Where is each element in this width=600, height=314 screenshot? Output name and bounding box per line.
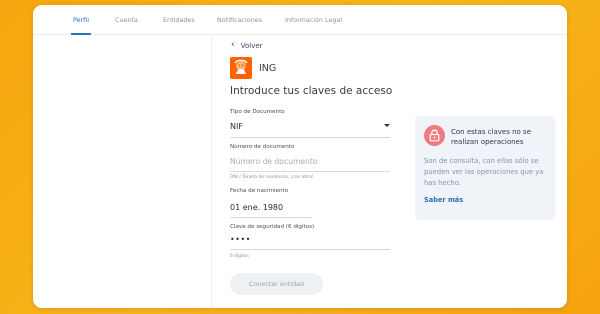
ing-lion-logo <box>230 57 252 79</box>
security-key-input[interactable]: •••• <box>230 235 251 244</box>
doc-type-select[interactable]: NIF <box>230 122 243 131</box>
page-title: Introduce tus claves de acceso <box>230 85 393 97</box>
doc-type-underline <box>230 137 390 138</box>
column-divider <box>211 36 212 308</box>
connect-entity-button[interactable]: Conectar entidad <box>230 273 323 295</box>
security-key-underline <box>230 249 390 250</box>
doc-number-input[interactable]: Número de documento <box>230 157 317 166</box>
tab-notificaciones[interactable]: Notificaciones <box>217 16 262 24</box>
lock-icon <box>424 125 445 146</box>
birth-date-label: Fecha de nacimiento <box>230 188 289 194</box>
info-panel: Con estas claves no se realizan operacio… <box>415 116 555 220</box>
learn-more-link[interactable]: Saber más <box>424 196 463 204</box>
back-label: Volver <box>240 41 263 50</box>
tab-entidades[interactable]: Entidades <box>163 16 195 24</box>
birth-date-underline <box>230 217 312 218</box>
doc-number-underline <box>230 171 390 172</box>
info-text: Son de consulta, con ellas sólo se puede… <box>424 157 544 187</box>
tab-bar: Perfil Cuenta Entidades Notificaciones I… <box>33 5 567 35</box>
active-tab-indicator <box>71 33 91 35</box>
info-title: Con estas claves no se realizan operacio… <box>451 128 531 146</box>
tab-cuenta[interactable]: Cuenta <box>115 16 138 24</box>
chevron-down-icon[interactable] <box>384 124 390 127</box>
chevron-left-icon: ‹ <box>231 40 235 50</box>
birth-date-input[interactable]: 01 ene. 1980 <box>230 203 283 212</box>
tab-informacion-legal[interactable]: Información Legal <box>285 16 342 24</box>
doc-type-label: Tipo de Documento <box>230 109 285 115</box>
bank-name: ING <box>259 63 277 74</box>
doc-number-label: Número de documento <box>230 144 295 150</box>
doc-number-hint: DNI / Tarjeta de residencia, ¡con letra! <box>230 175 314 180</box>
tab-perfil[interactable]: Perfil <box>73 16 89 24</box>
security-key-label: Clave de seguridad (6 dígitos) <box>230 224 315 230</box>
main-card: Perfil Cuenta Entidades Notificaciones I… <box>33 5 567 308</box>
back-link[interactable]: ‹ Volver <box>231 41 263 50</box>
security-key-hint: 6 dígitos <box>230 254 249 259</box>
